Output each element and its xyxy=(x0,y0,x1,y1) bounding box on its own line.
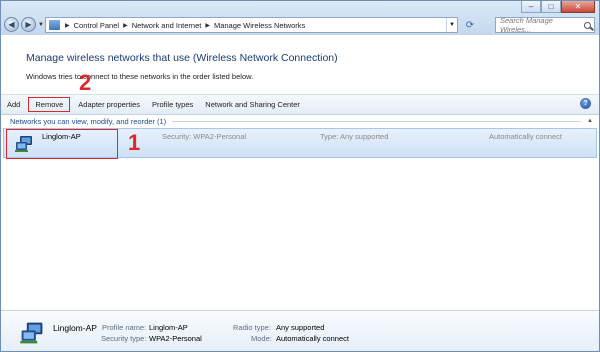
back-arrow-icon[interactable]: ◀ xyxy=(4,17,19,32)
mode-label: Mode: xyxy=(251,334,272,343)
help-icon[interactable]: ? xyxy=(580,98,591,109)
chevron-right-icon[interactable]: ▶ xyxy=(65,22,70,29)
remove-button[interactable]: Remove xyxy=(28,97,71,112)
refresh-icon[interactable]: ⟳ xyxy=(463,17,477,33)
wireless-network-icon xyxy=(20,322,43,344)
annotation-step-1: 1 xyxy=(128,130,141,155)
address-bar-controls: ▼ xyxy=(446,18,457,32)
security-type-value: WPA2-Personal xyxy=(149,334,202,343)
address-dropdown-icon[interactable]: ▼ xyxy=(446,18,457,32)
profile-name-label: Profile name: xyxy=(102,323,147,332)
add-button[interactable]: Add xyxy=(1,97,26,112)
collapse-arrow-icon[interactable]: ▲ xyxy=(587,118,595,124)
page-title: Manage wireless networks that use (Wirel… xyxy=(26,52,338,64)
breadcrumb-network-and-internet[interactable]: Network and Internet xyxy=(132,21,202,30)
network-security: Security: WPA2-Personal xyxy=(162,132,247,141)
forward-arrow-icon[interactable]: ▶ xyxy=(21,17,36,32)
group-label: Networks you can view, modify, and reord… xyxy=(10,116,167,126)
chevron-right-icon[interactable]: ▶ xyxy=(205,22,210,29)
control-panel-window: – □ ✕ ◀ ▶ ▼ ▶ Control Panel ▶ Network an… xyxy=(0,0,600,352)
network-type: Type: Any supported xyxy=(320,132,389,141)
mode-value: Automatically connect xyxy=(276,334,349,343)
page-description: Windows tries to connect to these networ… xyxy=(26,72,254,81)
annotation-highlight-box xyxy=(6,129,118,159)
search-placeholder: Search Manage Wireles... xyxy=(500,16,553,34)
caption-buttons: – □ ✕ xyxy=(521,1,595,13)
radio-type-label: Radio type: xyxy=(233,323,271,332)
network-connection-mode: Automatically connect xyxy=(489,132,562,141)
address-bar[interactable]: ▶ Control Panel ▶ Network and Internet ▶… xyxy=(45,17,458,33)
profile-types-button[interactable]: Profile types xyxy=(146,97,199,112)
details-network-name: Linglom-AP xyxy=(53,323,97,333)
control-panel-icon xyxy=(49,20,60,30)
radio-type-value: Any supported xyxy=(276,323,325,332)
network-sharing-center-button[interactable]: Network and Sharing Center xyxy=(199,97,306,112)
security-type-label: Security type: xyxy=(101,334,147,343)
network-group-header[interactable]: Networks you can view, modify, and reord… xyxy=(1,115,599,127)
annotation-step-2: 2 xyxy=(79,70,92,95)
recent-pages-dropdown-icon[interactable]: ▼ xyxy=(38,22,44,28)
adapter-properties-button[interactable]: Adapter properties xyxy=(72,97,146,112)
chevron-right-icon[interactable]: ▶ xyxy=(123,22,128,29)
details-pane: Linglom-AP Profile name: Linglom-AP Secu… xyxy=(1,310,599,351)
minimize-button[interactable]: – xyxy=(521,1,541,13)
search-input[interactable]: Search Manage Wireles... xyxy=(495,16,595,34)
profile-name-value: Linglom-AP xyxy=(149,323,188,332)
command-toolbar: Add Remove Adapter properties Profile ty… xyxy=(1,94,599,115)
maximize-button[interactable]: □ xyxy=(541,1,561,13)
navigation-buttons: ◀ ▶ ▼ xyxy=(4,17,47,32)
breadcrumb-control-panel[interactable]: Control Panel xyxy=(74,21,119,30)
breadcrumb-manage-wireless-networks[interactable]: Manage Wireless Networks xyxy=(214,21,305,30)
close-button[interactable]: ✕ xyxy=(561,1,595,13)
title-bar: – □ ✕ ◀ ▶ ▼ ▶ Control Panel ▶ Network an… xyxy=(1,1,599,35)
search-icon[interactable] xyxy=(584,21,591,29)
group-divider xyxy=(172,120,581,122)
